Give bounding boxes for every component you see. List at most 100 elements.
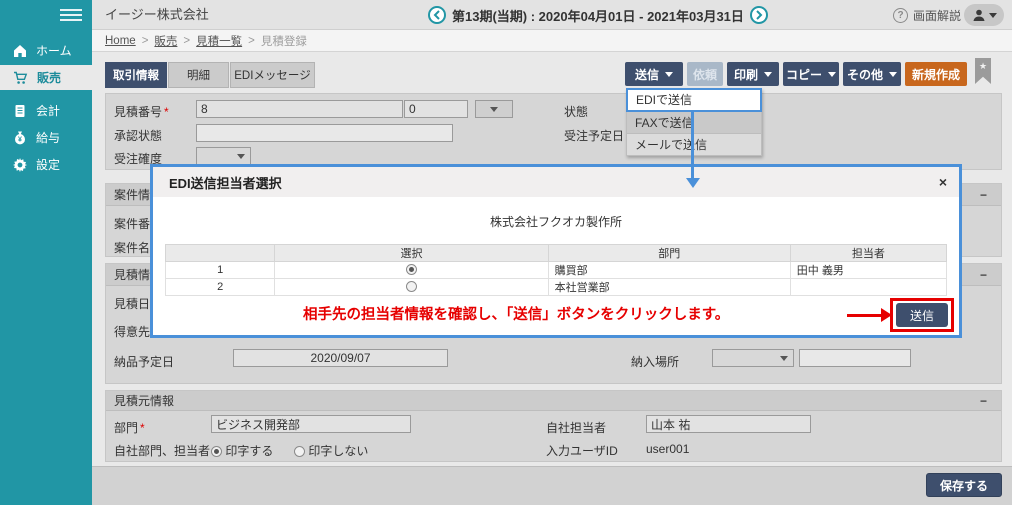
close-icon[interactable]: × bbox=[939, 174, 947, 190]
quote-no-dropdown-button[interactable] bbox=[475, 100, 513, 118]
chevron-down-icon bbox=[780, 356, 788, 361]
menu-item-send-edi[interactable]: EDIで送信 bbox=[626, 88, 762, 112]
quote-header-panel: 見積番号* 承認状態 受注確度 状態 受注予定日 bbox=[105, 93, 1002, 170]
chevron-down-icon bbox=[665, 72, 673, 77]
breadcrumb-home[interactable]: Home bbox=[105, 35, 136, 47]
recipient-company-name: 株式会社フクオカ製作所 bbox=[153, 213, 959, 230]
quote-no-input[interactable] bbox=[196, 100, 403, 118]
row-person: 田中 義男 bbox=[790, 262, 946, 279]
chevron-down-icon bbox=[237, 154, 245, 159]
hamburger-menu-icon[interactable] bbox=[60, 9, 82, 21]
other-button[interactable]: その他 bbox=[843, 62, 901, 86]
menu-item-send-mail[interactable]: メールで送信 bbox=[626, 134, 762, 156]
sidebar-item-label: ホーム bbox=[36, 42, 72, 59]
row-department: 本社営業部 bbox=[548, 279, 790, 296]
request-button[interactable]: 依頼 bbox=[687, 62, 723, 86]
order-probability-select[interactable] bbox=[196, 147, 251, 165]
recipient-table: 選択 部門 担当者 1 購買部 田中 義男 2 本社営業部 bbox=[165, 244, 947, 296]
collapse-button[interactable]: − bbox=[980, 264, 987, 286]
save-button[interactable]: 保存する bbox=[926, 473, 1002, 497]
delivery-place-input[interactable] bbox=[799, 349, 911, 367]
help-group[interactable]: 画面解説 bbox=[893, 0, 961, 30]
table-row: 2 本社営業部 bbox=[166, 279, 947, 296]
chevron-down-icon bbox=[490, 107, 498, 112]
chevron-down-icon bbox=[889, 72, 897, 77]
table-row: 1 購買部 田中 義男 bbox=[166, 262, 947, 279]
own-person-input[interactable] bbox=[646, 415, 811, 433]
breadcrumb-separator: > bbox=[183, 35, 190, 47]
print-no-label: 印字しない bbox=[308, 444, 368, 458]
row-index: 2 bbox=[166, 279, 275, 296]
create-new-button-label: 新規作成 bbox=[912, 66, 960, 83]
star-icon: ★ bbox=[979, 58, 987, 84]
copy-button-label: コピー bbox=[786, 66, 822, 83]
tab-edi-message[interactable]: EDIメッセージ bbox=[230, 62, 315, 88]
breadcrumb-quote-list[interactable]: 見積一覧 bbox=[196, 33, 242, 49]
svg-text:¥: ¥ bbox=[18, 136, 22, 143]
menu-item-send-fax[interactable]: FAXで送信 bbox=[626, 112, 762, 134]
own-person-label: 自社担当者 bbox=[546, 419, 606, 436]
sidebar-item-label: 会計 bbox=[36, 102, 60, 119]
col-department: 部門 bbox=[548, 245, 790, 262]
next-period-button[interactable] bbox=[750, 6, 768, 24]
send-button[interactable]: 送信 bbox=[625, 62, 683, 86]
print-yes-option[interactable]: 印字する bbox=[211, 442, 273, 459]
help-label: 画面解説 bbox=[913, 7, 961, 24]
input-user-id-value: user001 bbox=[646, 442, 689, 456]
copy-button[interactable]: コピー bbox=[783, 62, 839, 86]
print-no-option[interactable]: 印字しない bbox=[294, 442, 368, 459]
row-person bbox=[790, 279, 946, 296]
approval-status-input[interactable] bbox=[196, 124, 453, 142]
previous-period-button[interactable] bbox=[428, 6, 446, 24]
tab-details[interactable]: 明細 bbox=[168, 62, 229, 88]
sidebar-item-sales[interactable]: 販売 bbox=[0, 65, 92, 90]
quote-source-header: 見積元情報 − bbox=[106, 391, 1001, 411]
row-index: 1 bbox=[166, 262, 275, 279]
dialog-send-button[interactable]: 送信 bbox=[896, 303, 948, 327]
print-yes-radio[interactable] bbox=[211, 446, 222, 457]
print-button[interactable]: 印刷 bbox=[727, 62, 779, 86]
row-select-cell bbox=[275, 279, 548, 296]
recipient-radio[interactable] bbox=[406, 264, 417, 275]
status-label: 状態 bbox=[564, 103, 588, 120]
order-date-label: 受注予定日 bbox=[564, 127, 624, 144]
breadcrumb: Home > 販売 > 見積一覧 > 見積登録 bbox=[92, 30, 1012, 52]
sidebar-item-label: 販売 bbox=[37, 69, 61, 86]
top-bar: イージー株式会社 第13期(当期) : 2020年04月01日 - 2021年0… bbox=[0, 0, 1012, 30]
quote-no-branch-input[interactable] bbox=[404, 100, 468, 118]
row-department: 購買部 bbox=[548, 262, 790, 279]
print-no-radio[interactable] bbox=[294, 446, 305, 457]
sidebar-item-payroll[interactable]: ¥ 給与 bbox=[0, 125, 92, 150]
tab-label: 取引情報 bbox=[113, 67, 159, 83]
breadcrumb-separator: > bbox=[142, 35, 149, 47]
sidebar-item-home[interactable]: ホーム bbox=[0, 38, 92, 63]
delivery-date-label: 納品予定日 bbox=[114, 353, 174, 370]
chevron-right-icon bbox=[755, 10, 763, 20]
delivery-date-input[interactable] bbox=[233, 349, 448, 367]
highlight-box: 送信 bbox=[890, 298, 954, 332]
sidebar-item-settings[interactable]: 設定 bbox=[0, 152, 92, 177]
dialog-header: EDI送信担当者選択 × bbox=[153, 167, 959, 197]
edi-recipient-dialog: EDI送信担当者選択 × 株式会社フクオカ製作所 選択 部門 担当者 1 購買部… bbox=[150, 164, 962, 338]
tab-transaction-info[interactable]: 取引情報 bbox=[105, 62, 167, 88]
question-icon bbox=[893, 8, 908, 23]
send-dropdown-menu: EDIで送信 FAXで送信 メールで送信 bbox=[626, 88, 762, 156]
tab-label: EDIメッセージ bbox=[234, 67, 310, 83]
input-user-id-label: 入力ユーザID bbox=[546, 442, 618, 459]
section-title: 見積元情報 bbox=[114, 394, 174, 408]
print-option-label: 自社部門、担当者 bbox=[114, 442, 210, 459]
moneybag-icon: ¥ bbox=[13, 131, 27, 145]
footer-bar: 保存する bbox=[92, 466, 1012, 505]
breadcrumb-sales[interactable]: 販売 bbox=[154, 33, 177, 49]
required-mark: * bbox=[140, 421, 145, 435]
recipient-radio[interactable] bbox=[406, 281, 417, 292]
user-menu-button[interactable] bbox=[964, 4, 1004, 26]
sidebar-item-accounting[interactable]: 会計 bbox=[0, 98, 92, 123]
collapse-button[interactable]: − bbox=[980, 184, 987, 206]
delivery-place-select[interactable] bbox=[712, 349, 794, 367]
department-input[interactable] bbox=[211, 415, 411, 433]
favorite-bookmark-button[interactable]: ★ bbox=[975, 58, 991, 84]
cart-icon bbox=[13, 71, 28, 85]
collapse-button[interactable]: − bbox=[980, 391, 987, 411]
create-new-button[interactable]: 新規作成 bbox=[905, 62, 967, 86]
